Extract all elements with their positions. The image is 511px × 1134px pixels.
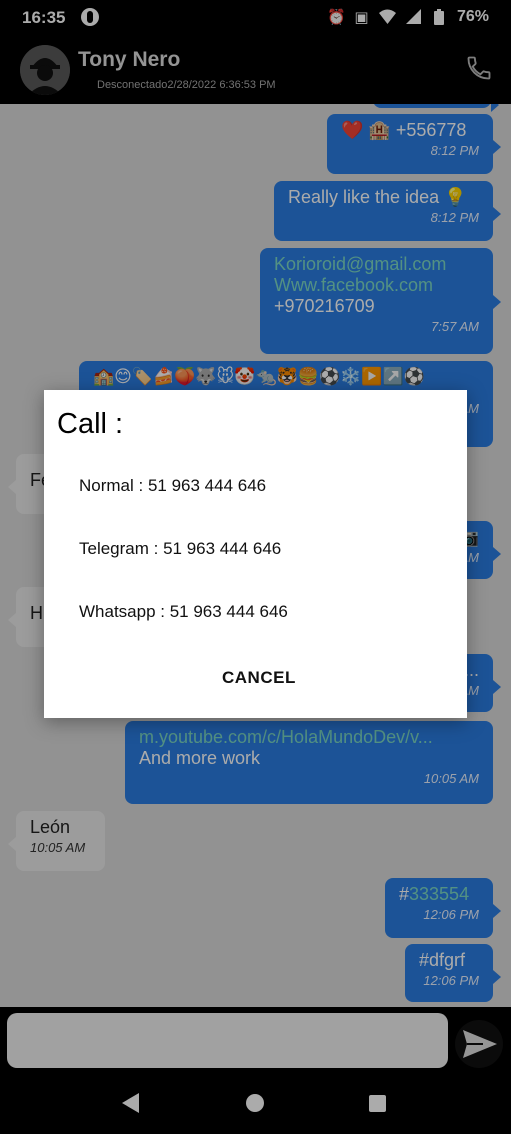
cancel-button[interactable]: CANCEL: [222, 668, 296, 688]
call-dialog: Call : Normal : 51 963 444 646 Telegram …: [44, 390, 467, 718]
call-option-whatsapp[interactable]: Whatsapp : 51 963 444 646: [79, 602, 288, 622]
dialog-title: Call :: [57, 408, 124, 440]
call-option-telegram[interactable]: Telegram : 51 963 444 646: [79, 539, 281, 559]
call-option-normal[interactable]: Normal : 51 963 444 646: [79, 476, 266, 496]
